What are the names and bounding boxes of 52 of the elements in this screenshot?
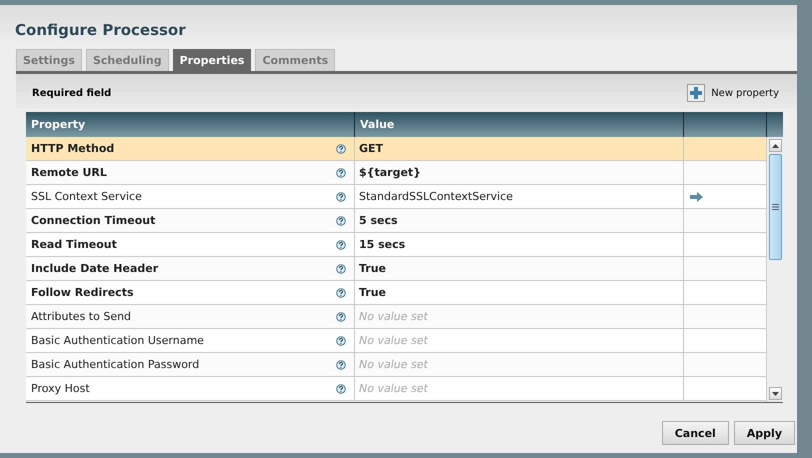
help-icon[interactable] (336, 288, 346, 298)
tab[interactable]: Properties (172, 49, 252, 71)
dialog-button[interactable]: Cancel (662, 421, 729, 445)
help-icon[interactable] (336, 240, 346, 250)
help-icon[interactable] (336, 216, 346, 226)
table-row[interactable]: SSL Context Service StandardSSLContextService (26, 185, 766, 209)
property-value[interactable]: 15 secs (355, 233, 684, 256)
property-name: SSL Context Service (31, 190, 142, 203)
property-name: Include Date Header (31, 262, 158, 275)
arrow-icon[interactable] (690, 192, 703, 202)
table-row[interactable]: Remote URL ${target} (26, 161, 766, 185)
property-value[interactable]: GET (355, 137, 684, 160)
property-value[interactable]: True (355, 257, 684, 280)
table-row[interactable]: Attributes to Send No value set (26, 305, 766, 329)
plus-icon (687, 84, 706, 102)
table-row[interactable]: Follow Redirects True (26, 281, 766, 305)
dialog-button[interactable]: Apply (734, 421, 795, 445)
table-row[interactable]: Proxy Host No value set (26, 377, 766, 401)
property-name: Read Timeout (31, 238, 117, 251)
help-icon[interactable] (336, 264, 346, 274)
table-row[interactable]: Basic Authentication Username No value set (26, 329, 766, 353)
help-icon[interactable] (336, 312, 346, 322)
property-name: Basic Authentication Password (31, 358, 200, 371)
property-value[interactable]: 5 secs (355, 209, 684, 232)
property-name: Basic Authentication Username (31, 334, 204, 347)
property-value[interactable]: ${target} (355, 161, 684, 184)
property-value[interactable]: True (355, 281, 684, 304)
property-name: Attributes to Send (31, 310, 132, 323)
property-name: Follow Redirects (31, 286, 134, 299)
table-row[interactable]: Include Date Header True (26, 257, 766, 281)
property-name: HTTP Method (31, 142, 114, 155)
help-icon[interactable] (336, 192, 346, 202)
help-icon[interactable] (336, 144, 346, 154)
table-row[interactable]: Read Timeout 15 secs (26, 233, 766, 257)
new-property-button[interactable]: New property (687, 84, 779, 102)
help-icon[interactable] (336, 336, 346, 346)
table-row[interactable]: HTTP Method GET (26, 137, 766, 161)
help-icon[interactable] (336, 360, 346, 370)
down-arrow-icon (772, 392, 778, 396)
property-name: Proxy Host (31, 382, 90, 395)
table-row[interactable]: Basic Authentication Password No value set (26, 353, 766, 377)
help-icon[interactable] (336, 168, 346, 178)
scrollbar[interactable] (766, 137, 783, 402)
help-icon[interactable] (336, 384, 346, 394)
required-field-legend: Required field (32, 88, 112, 98)
dialog-title: Configure Processor (15, 21, 187, 41)
property-name: Connection Timeout (31, 214, 156, 227)
up-arrow-icon (772, 144, 778, 148)
property-name: Remote URL (31, 166, 107, 179)
grip-icon (772, 204, 778, 210)
property-value[interactable]: StandardSSLContextService (355, 185, 684, 208)
table-row[interactable]: Connection Timeout 5 secs (26, 209, 766, 233)
